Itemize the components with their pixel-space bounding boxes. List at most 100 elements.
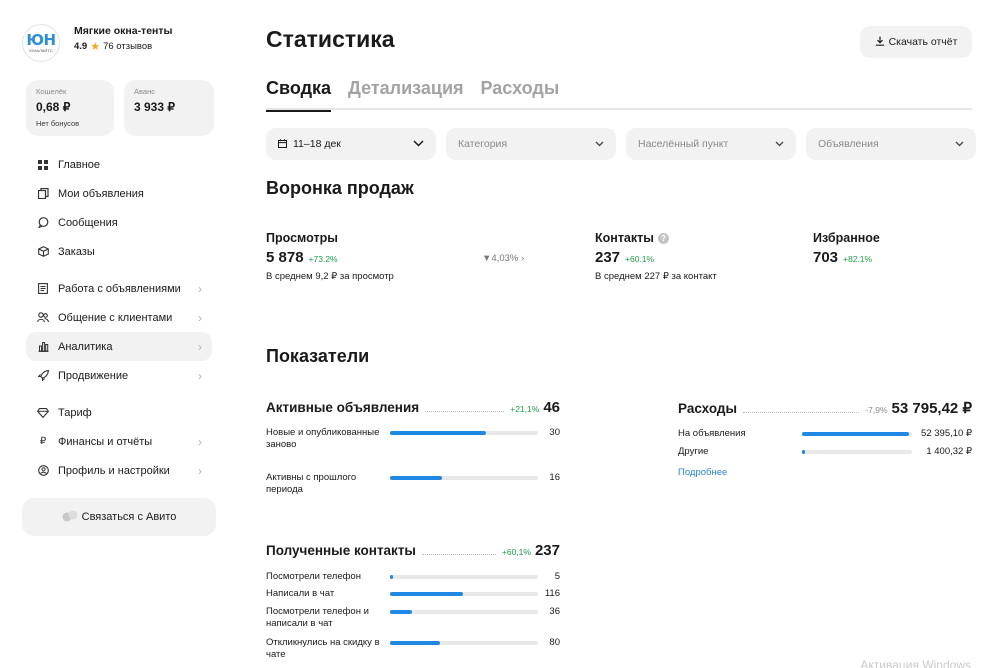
download-report-label: Скачать отчёт bbox=[888, 36, 958, 48]
chevron-right-icon: › bbox=[198, 463, 202, 478]
sidebar-item-label: Финансы и отчёты bbox=[58, 435, 153, 448]
sidebar-item-clients[interactable]: Общение с клиентами › bbox=[26, 303, 212, 332]
chat-bubbles-icon bbox=[62, 510, 78, 525]
favorites-label: Избранное bbox=[813, 231, 880, 245]
sidebar-item-label: Тариф bbox=[58, 406, 92, 419]
chevron-down-icon bbox=[955, 138, 964, 150]
list-item: Новые и опубликованные заново 30 bbox=[266, 427, 560, 451]
advance-value: 3 933 ₽ bbox=[134, 100, 175, 114]
profile-header: ЮН ЮНАЛАЙТС Мягкие окна-тенты 4.9 ★ 76 о… bbox=[22, 24, 216, 68]
box-icon bbox=[36, 245, 50, 259]
ads-placeholder: Объявления bbox=[818, 138, 879, 150]
list-item: На объявления 52 395,10 ₽ bbox=[678, 428, 972, 440]
document-icon bbox=[36, 282, 50, 296]
sidebar: ЮН ЮНАЛАЙТС Мягкие окна-тенты 4.9 ★ 76 о… bbox=[22, 24, 216, 536]
sidebar-item-promotion[interactable]: Продвижение › bbox=[26, 361, 212, 390]
bar-label: Написали в чат bbox=[266, 588, 335, 599]
contact-avito-button[interactable]: Связаться с Авито bbox=[22, 498, 216, 536]
chevron-down-icon bbox=[775, 138, 784, 150]
sidebar-item-label: Аналитика bbox=[58, 340, 113, 353]
stats-tabs: Сводка Детализация Расходы bbox=[266, 76, 972, 112]
wallet-card[interactable]: Кошелёк 0,68 ₽ Нет бонусов bbox=[26, 80, 114, 136]
progress-bar bbox=[802, 450, 912, 454]
expenses-details-link[interactable]: Подробнее bbox=[678, 467, 727, 478]
conversion-rate[interactable]: ▼4,03% › bbox=[482, 253, 524, 264]
diamond-icon bbox=[36, 406, 50, 420]
help-icon[interactable]: ? bbox=[657, 232, 669, 244]
sidebar-nav: Главное Мои объявления Сообщения Заказы bbox=[26, 150, 212, 485]
sidebar-item-label: Продвижение bbox=[58, 369, 129, 382]
bar-value: 16 bbox=[549, 472, 560, 483]
main-content: Статистика Скачать отчёт Сводка Детализа… bbox=[266, 0, 976, 668]
bar-value: 1 400,32 ₽ bbox=[926, 446, 972, 457]
shop-name[interactable]: Мягкие окна-тенты bbox=[74, 24, 173, 38]
received-contacts-delta: +60,1% bbox=[501, 547, 531, 557]
date-range-select[interactable]: 11–18 дек bbox=[266, 128, 436, 160]
star-icon: ★ bbox=[90, 41, 101, 53]
sidebar-item-orders[interactable]: Заказы bbox=[26, 237, 212, 266]
sidebar-item-tariff[interactable]: Тариф bbox=[26, 398, 212, 427]
sidebar-item-analytics[interactable]: Аналитика › bbox=[26, 332, 212, 361]
ads-select[interactable]: Объявления bbox=[806, 128, 976, 160]
rating: 4.9 ★ 76 отзывов bbox=[74, 40, 173, 53]
wallet-label: Кошелёк bbox=[36, 87, 67, 96]
logo-subtitle: ЮНАЛАЙТС bbox=[29, 48, 53, 53]
sidebar-item-my-ads[interactable]: Мои объявления bbox=[26, 179, 212, 208]
received-contacts-header[interactable]: Полученные контакты +60,1% 237 bbox=[266, 542, 560, 559]
tab-expenses[interactable]: Расходы bbox=[481, 76, 560, 110]
contacts-label: Контакты bbox=[595, 231, 654, 245]
city-select[interactable]: Населённый пункт bbox=[626, 128, 796, 160]
page-title: Статистика bbox=[266, 26, 395, 52]
bar-chart-icon bbox=[36, 340, 50, 354]
reviews-link[interactable]: 76 отзывов bbox=[103, 41, 152, 52]
tab-summary[interactable]: Сводка bbox=[266, 76, 332, 112]
chevron-right-icon: › bbox=[198, 368, 202, 383]
profile-icon bbox=[36, 464, 50, 478]
list-item: Посмотрели телефон и написали в чат 36 bbox=[266, 606, 560, 630]
list-item: Активны с прошлого периода 16 bbox=[266, 472, 560, 496]
expenses-header[interactable]: Расходы -7,9% 53 795,42 ₽ bbox=[678, 399, 972, 417]
favorites-delta: +82.1% bbox=[843, 254, 873, 264]
sidebar-item-ads-work[interactable]: Работа с объявлениями › bbox=[26, 274, 212, 303]
sidebar-item-label: Сообщения bbox=[58, 216, 118, 229]
sidebar-item-messages[interactable]: Сообщения bbox=[26, 208, 212, 237]
bar-label: Новые и опубликованные заново bbox=[266, 427, 380, 450]
active-ads-header[interactable]: Активные объявления +21,1% 46 bbox=[266, 399, 560, 416]
advance-card[interactable]: Аванс 3 933 ₽ bbox=[124, 80, 214, 136]
category-select[interactable]: Категория bbox=[446, 128, 616, 160]
bar-label: Активны с прошлого периода bbox=[266, 472, 357, 495]
progress-bar bbox=[390, 610, 538, 614]
chevron-down-icon bbox=[595, 138, 604, 150]
favorites-metric: Избранное 703 +82.1% bbox=[813, 231, 880, 266]
progress-bar bbox=[390, 476, 538, 480]
sidebar-item-profile[interactable]: Профиль и настройки › bbox=[26, 456, 212, 485]
bar-value: 52 395,10 ₽ bbox=[921, 428, 972, 439]
progress-bar bbox=[390, 431, 538, 435]
expenses-title: Расходы bbox=[678, 401, 738, 416]
chat-icon bbox=[36, 216, 50, 230]
progress-bar bbox=[390, 641, 538, 645]
rating-value: 4.9 bbox=[74, 41, 88, 52]
list-item: Посмотрели телефон 5 bbox=[266, 571, 560, 583]
rocket-icon bbox=[36, 369, 50, 383]
download-report-button[interactable]: Скачать отчёт bbox=[860, 26, 972, 58]
calendar-icon bbox=[278, 138, 287, 150]
favorites-value: 703 bbox=[813, 249, 839, 266]
views-delta: +73.2% bbox=[308, 254, 338, 264]
grid-icon bbox=[36, 158, 50, 172]
filter-icon: ▼ bbox=[482, 253, 492, 264]
chevron-right-icon: › bbox=[198, 434, 202, 449]
tab-details[interactable]: Детализация bbox=[348, 76, 464, 110]
chevron-right-icon: › bbox=[198, 339, 202, 354]
copy-icon bbox=[36, 187, 50, 201]
active-ads-delta: +21,1% bbox=[510, 404, 540, 414]
sidebar-item-finance[interactable]: ₽ Финансы и отчёты › bbox=[26, 427, 212, 456]
bonus-note: Нет бонусов bbox=[36, 119, 80, 128]
bar-label: Посмотрели телефон и написали в чат bbox=[266, 606, 369, 629]
sidebar-item-label: Профиль и настройки bbox=[58, 464, 170, 477]
sidebar-item-label: Мои объявления bbox=[58, 187, 144, 200]
list-item: Другие 1 400,32 ₽ bbox=[678, 446, 972, 458]
company-logo[interactable]: ЮН ЮНАЛАЙТС bbox=[22, 24, 60, 62]
sidebar-item-main[interactable]: Главное bbox=[26, 150, 212, 179]
category-placeholder: Категория bbox=[458, 138, 508, 150]
